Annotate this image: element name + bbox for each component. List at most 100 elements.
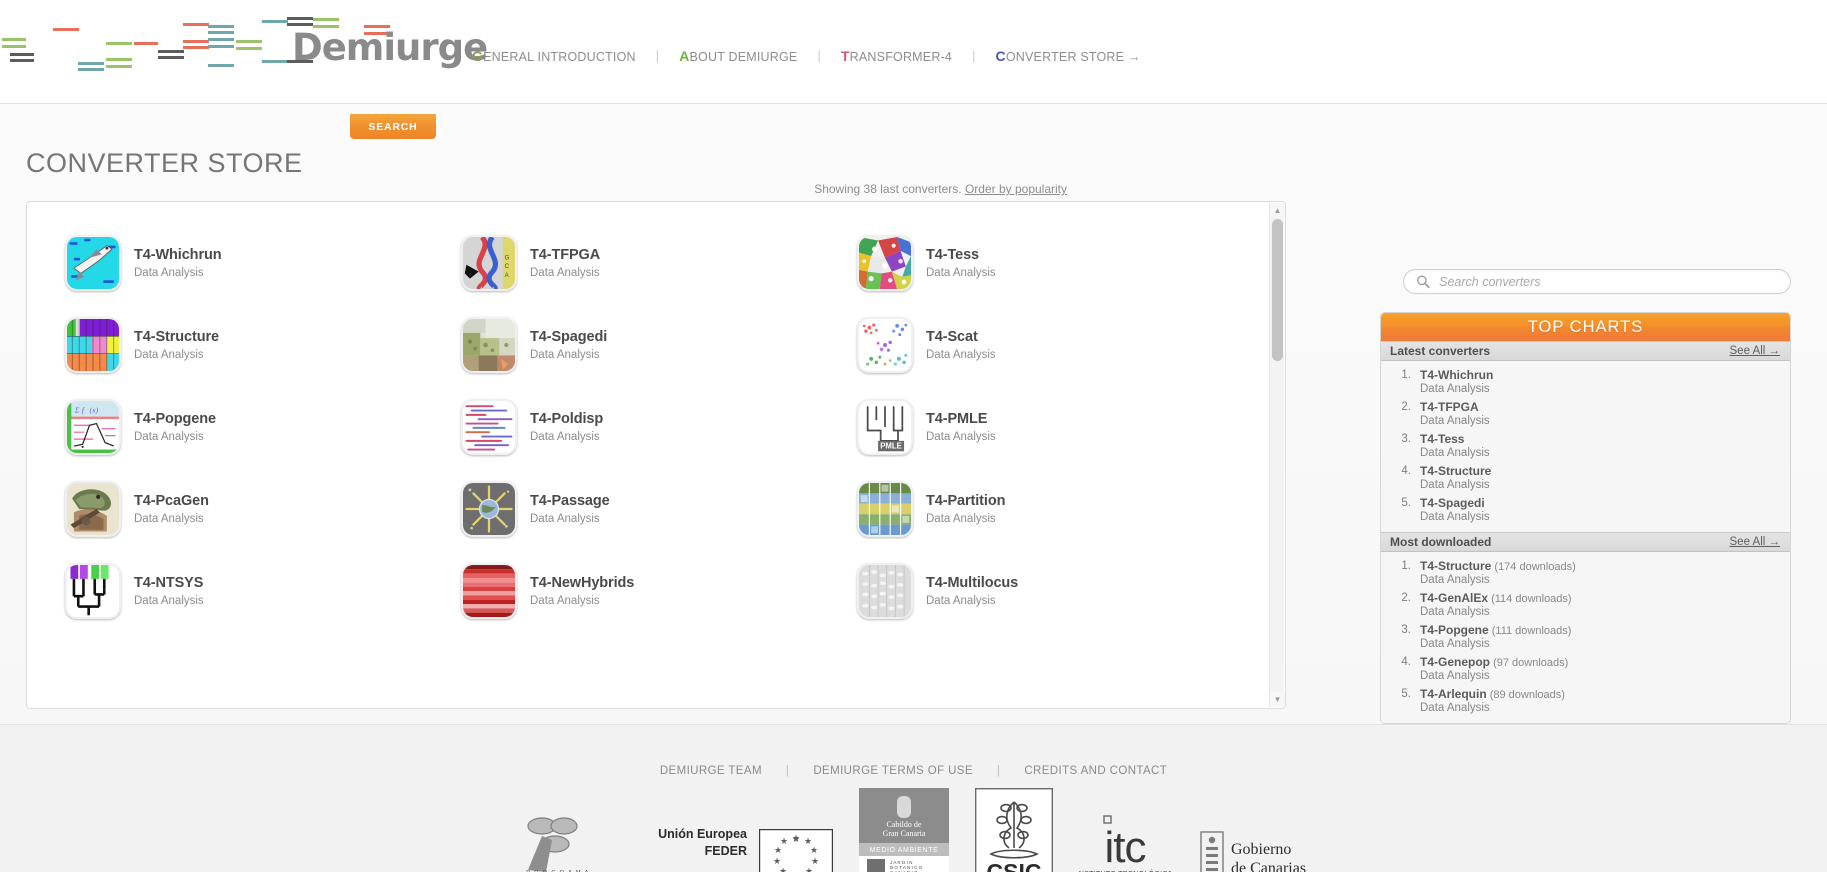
site-header: Demiurge GENERAL INTRODUCTION | ABOUT DE… (0, 0, 1827, 104)
nav-converter-store[interactable]: CONVERTER STORE → (996, 48, 1141, 64)
converter-item[interactable]: PMLE T4-PMLE Data Analysis (857, 386, 1215, 468)
chart-list-item[interactable]: 4. T4-Structure Data Analysis (1381, 462, 1790, 494)
chart-item-name[interactable]: T4-Structure (1420, 464, 1491, 478)
converter-name[interactable]: T4-Passage (530, 492, 610, 510)
chart-item-name[interactable]: T4-Genepop (97 downloads) (1420, 655, 1568, 669)
search-converters-box[interactable] (1403, 269, 1791, 294)
demiurge-logo[interactable]: Demiurge (0, 0, 488, 92)
converter-item[interactable]: T4-Multilocus Data Analysis (857, 550, 1215, 632)
converter-item[interactable]: T4-Spagedi Data Analysis (461, 304, 819, 386)
pmle-thumbnail: PMLE (857, 399, 913, 455)
spagedi-thumbnail (461, 317, 517, 373)
svg-text:C: C (505, 264, 510, 270)
converter-name[interactable]: T4-Partition (926, 492, 1005, 510)
chart-item-name[interactable]: T4-Tess (1420, 432, 1490, 446)
footer-separator: | (996, 765, 1001, 777)
see-all-link[interactable]: See All → (1730, 345, 1781, 357)
chart-list-item[interactable]: 3. T4-Tess Data Analysis (1381, 430, 1790, 462)
svg-text:★: ★ (811, 856, 819, 866)
converter-name[interactable]: T4-NewHybrids (530, 574, 634, 592)
converter-name[interactable]: T4-Popgene (134, 410, 216, 428)
chart-item-name[interactable]: T4-Popgene (111 downloads) (1420, 623, 1571, 637)
structure-thumbnail (65, 317, 121, 373)
see-all-link[interactable]: See All → (1730, 536, 1781, 548)
chart-item-name[interactable]: T4-GenAlEx (114 downloads) (1420, 591, 1572, 605)
converter-name[interactable]: T4-Structure (134, 328, 219, 346)
converter-item-text: T4-Poldisp Data Analysis (530, 410, 603, 445)
chart-item-rank: 1. (1401, 369, 1411, 381)
converter-category: Data Analysis (134, 594, 204, 607)
converter-category: Data Analysis (926, 266, 996, 279)
converter-name[interactable]: T4-NTSYS (134, 574, 204, 592)
top-charts-panel: TOP CHARTS Latest converters See All → 1. T… (1380, 312, 1791, 724)
chart-list-item[interactable]: 5. T4-Arlequin (89 downloads) Data Analysi… (1381, 685, 1790, 717)
converter-item[interactable]: G C A T4-TFPGA Data Analysis (461, 222, 819, 304)
converter-name[interactable]: T4-PcaGen (134, 492, 209, 510)
converter-item-text: T4-NTSYS Data Analysis (134, 574, 204, 609)
converter-item[interactable]: T4-Poldisp Data Analysis (461, 386, 819, 468)
cabildo-gran-canaria-logo: Cabildo de Gran Canaria MEDIO AMBIENTE J… (858, 788, 949, 872)
converter-name[interactable]: T4-PMLE (926, 410, 996, 428)
chart-item-name[interactable]: T4-TFPGA (1420, 400, 1490, 414)
nav-about-demiurge[interactable]: ABOUT DEMIURGE (679, 48, 797, 64)
converter-list-scrollbar[interactable]: ▲ ▼ (1269, 203, 1285, 707)
converter-item[interactable]: T4-NewHybrids Data Analysis (461, 550, 819, 632)
site-footer: DEMIURGE TEAM | DEMIURGE TERMS OF USE | … (0, 724, 1827, 872)
converter-name[interactable]: T4-Tess (926, 246, 996, 264)
chart-item-name[interactable]: T4-Spagedi (1420, 496, 1490, 510)
converter-grid: T4-Whichrun Data Analysis G C A T4-TFPGA Data … (27, 202, 1272, 632)
chart-item-downloads: (114 downloads) (1488, 593, 1572, 605)
footer-link-credits-and-contact[interactable]: CREDITS AND CONTACT (1024, 765, 1167, 777)
converter-name[interactable]: T4-Scat (926, 328, 996, 346)
chart-item-body: T4-TFPGA Data Analysis (1420, 400, 1490, 428)
converter-item[interactable]: T4-Scat Data Analysis (857, 304, 1215, 386)
chart-item-name[interactable]: T4-Whichrun (1420, 368, 1493, 382)
chart-list-item[interactable]: 2. T4-TFPGA Data Analysis (1381, 398, 1790, 430)
converter-item[interactable]: T4-Whichrun Data Analysis (65, 222, 423, 304)
converter-category: Data Analysis (926, 512, 996, 525)
converter-name[interactable]: T4-Poldisp (530, 410, 603, 428)
chart-item-body: T4-Structure (174 downloads) Data Analysi… (1420, 559, 1576, 587)
converter-item[interactable]: T4-Partition Data Analysis (857, 468, 1215, 550)
search-tab-button[interactable]: SEARCH (350, 114, 436, 139)
top-charts-sections: Latest converters See All → 1. T4-Whichrun D… (1381, 341, 1790, 723)
chart-item-rank: 3. (1401, 624, 1411, 636)
chart-list-item[interactable]: 5. T4-Spagedi Data Analysis (1381, 494, 1790, 526)
footer-link-demiurge-team[interactable]: DEMIURGE TEAM (660, 765, 762, 777)
converter-name[interactable]: T4-TFPGA (530, 246, 600, 264)
nav-transformer-4[interactable]: TRANSFORMER-4 (841, 48, 952, 64)
chart-list-item[interactable]: 2. T4-GenAlEx (114 downloads) Data Analysi… (1381, 589, 1790, 621)
converter-item[interactable]: T4-Structure Data Analysis (65, 304, 423, 386)
chart-section-title: Latest converters (1390, 344, 1491, 358)
converter-category: Data Analysis (530, 512, 600, 525)
chart-item-name[interactable]: T4-Arlequin (89 downloads) (1420, 687, 1565, 701)
search-converters-input[interactable] (1437, 273, 1778, 290)
chart-list-item[interactable]: 1. T4-Whichrun Data Analysis (1381, 366, 1790, 398)
chart-item-name[interactable]: T4-Structure (174 downloads) (1420, 559, 1576, 573)
scrollbar-thumb[interactable] (1272, 219, 1283, 361)
partition-thumbnail (857, 481, 913, 537)
nav-general-introduction[interactable]: GENERAL INTRODUCTION (472, 48, 636, 64)
converter-name[interactable]: T4-Spagedi (530, 328, 607, 346)
scroll-up-arrow-icon[interactable]: ▲ (1270, 203, 1285, 218)
chart-list-item[interactable]: 4. T4-Genepop (97 downloads) Data Analysis (1381, 653, 1790, 685)
svg-text:itc: itc (1104, 823, 1145, 872)
converter-item[interactable]: T4-Tess Data Analysis (857, 222, 1215, 304)
converter-item[interactable]: T4-PcaGen Data Analysis (65, 468, 423, 550)
converter-item[interactable]: T4-NTSYS Data Analysis (65, 550, 423, 632)
svg-text:★: ★ (810, 845, 818, 855)
converter-category: Data Analysis (926, 594, 996, 607)
converter-name[interactable]: T4-Whichrun (134, 246, 222, 264)
order-by-popularity-link[interactable]: Order by popularity (965, 182, 1067, 196)
scroll-down-arrow-icon[interactable]: ▼ (1270, 692, 1285, 707)
chart-item-rank: 4. (1401, 656, 1411, 668)
converter-item[interactable]: Σf (x) T4-Popgene Data Analysis (65, 386, 423, 468)
chart-item-body: T4-Whichrun Data Analysis (1420, 368, 1493, 396)
converter-item[interactable]: T4-Passage Data Analysis (461, 468, 819, 550)
chart-list-item[interactable]: 3. T4-Popgene (111 downloads) Data Analysi… (1381, 621, 1790, 653)
footer-link-terms-of-use[interactable]: DEMIURGE TERMS OF USE (813, 765, 973, 777)
union-europea-feder-logo: Unión Europea FEDER Invertimos en su fut… (630, 826, 833, 872)
chart-list-item[interactable]: 1. T4-Structure (174 downloads) Data Analy… (1381, 557, 1790, 589)
chart-item-body: T4-GenAlEx (114 downloads) Data Analysis (1420, 591, 1572, 619)
converter-name[interactable]: T4-Multilocus (926, 574, 1018, 592)
